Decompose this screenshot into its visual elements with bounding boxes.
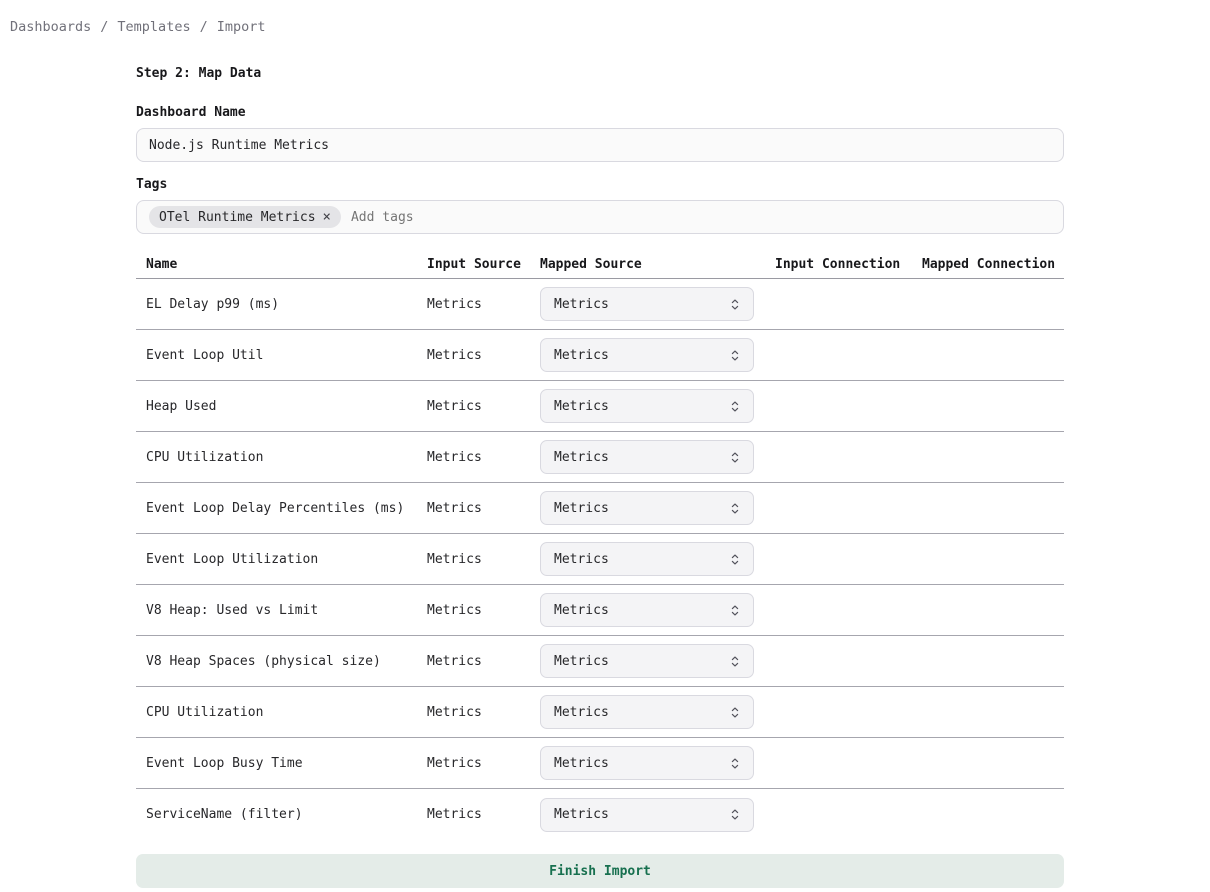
unfold-more-icon (729, 757, 741, 770)
table-header-row: Name Input Source Mapped Source Input Co… (136, 251, 1064, 279)
breadcrumb-separator: / (100, 19, 108, 36)
unfold-more-icon (729, 349, 741, 362)
table-row: V8 Heap: Used vs Limit Metrics Metrics (136, 585, 1064, 636)
table-row: Event Loop Busy Time Metrics Metrics (136, 738, 1064, 789)
mapped-source-select[interactable]: Metrics (540, 644, 754, 678)
mapped-source-select[interactable]: Metrics (540, 798, 754, 832)
column-header-input-connection: Input Connection (775, 257, 922, 272)
mapped-source-select[interactable]: Metrics (540, 695, 754, 729)
unfold-more-icon (729, 298, 741, 311)
table-row: CPU Utilization Metrics Metrics (136, 432, 1064, 483)
mapped-source-value: Metrics (554, 450, 609, 465)
import-wizard: Step 2: Map Data Dashboard Name Tags OTe… (136, 67, 1064, 888)
mapped-source-value: Metrics (554, 348, 609, 363)
table-row: V8 Heap Spaces (physical size) Metrics M… (136, 636, 1064, 687)
mapped-source-value: Metrics (554, 297, 609, 312)
unfold-more-icon (729, 553, 741, 566)
input-source-value: Metrics (427, 501, 540, 516)
input-source-value: Metrics (427, 348, 540, 363)
unfold-more-icon (729, 655, 741, 668)
unfold-more-icon (729, 451, 741, 464)
mapped-source-value: Metrics (554, 501, 609, 516)
panel-name: V8 Heap Spaces (physical size) (146, 654, 427, 669)
unfold-more-icon (729, 400, 741, 413)
column-header-name: Name (146, 257, 427, 272)
remove-tag-icon[interactable]: × (323, 210, 331, 224)
unfold-more-icon (729, 604, 741, 617)
unfold-more-icon (729, 706, 741, 719)
table-row: Event Loop Delay Percentiles (ms) Metric… (136, 483, 1064, 534)
mapped-source-select[interactable]: Metrics (540, 440, 754, 474)
tags-label: Tags (136, 178, 1064, 192)
table-row: Heap Used Metrics Metrics (136, 381, 1064, 432)
mapped-source-select[interactable]: Metrics (540, 287, 754, 321)
mapped-source-value: Metrics (554, 399, 609, 414)
panel-name: CPU Utilization (146, 450, 427, 465)
breadcrumb-separator: / (200, 19, 208, 36)
table-row: CPU Utilization Metrics Metrics (136, 687, 1064, 738)
mapped-source-value: Metrics (554, 705, 609, 720)
mapped-source-select[interactable]: Metrics (540, 338, 754, 372)
mapped-source-select[interactable]: Metrics (540, 542, 754, 576)
mapped-source-select[interactable]: Metrics (540, 389, 754, 423)
input-source-value: Metrics (427, 654, 540, 669)
input-source-value: Metrics (427, 399, 540, 414)
finish-import-button[interactable]: Finish Import (136, 854, 1064, 888)
table-row: EL Delay p99 (ms) Metrics Metrics (136, 279, 1064, 330)
input-source-value: Metrics (427, 807, 540, 822)
input-source-value: Metrics (427, 297, 540, 312)
column-header-mapped-connection: Mapped Connection (922, 257, 1064, 272)
mapped-source-select[interactable]: Metrics (540, 593, 754, 627)
panel-name: EL Delay p99 (ms) (146, 297, 427, 312)
table-row: ServiceName (filter) Metrics Metrics (136, 789, 1064, 840)
input-source-value: Metrics (427, 552, 540, 567)
table-row: Event Loop Util Metrics Metrics (136, 330, 1064, 381)
column-header-input-source: Input Source (427, 257, 540, 272)
mapped-source-value: Metrics (554, 552, 609, 567)
unfold-more-icon (729, 502, 741, 515)
step-title: Step 2: Map Data (136, 67, 1064, 81)
add-tags-input[interactable] (351, 210, 1055, 225)
column-header-mapped-source: Mapped Source (540, 257, 775, 272)
mapped-source-value: Metrics (554, 807, 609, 822)
input-source-value: Metrics (427, 756, 540, 771)
panel-name: Event Loop Util (146, 348, 427, 363)
input-source-value: Metrics (427, 705, 540, 720)
panel-name: V8 Heap: Used vs Limit (146, 603, 427, 618)
panel-name: ServiceName (filter) (146, 807, 427, 822)
panel-name: Event Loop Busy Time (146, 756, 427, 771)
tag-pill: OTel Runtime Metrics × (149, 206, 341, 228)
breadcrumb-item-dashboards[interactable]: Dashboards (10, 19, 91, 36)
table-body: EL Delay p99 (ms) Metrics Metrics Event … (136, 279, 1064, 840)
breadcrumb-item-templates[interactable]: Templates (117, 19, 190, 36)
input-source-value: Metrics (427, 603, 540, 618)
panel-name: CPU Utilization (146, 705, 427, 720)
input-source-value: Metrics (427, 450, 540, 465)
panel-name: Event Loop Delay Percentiles (ms) (146, 501, 427, 516)
tag-label: OTel Runtime Metrics (159, 210, 316, 225)
mapped-source-select[interactable]: Metrics (540, 491, 754, 525)
tags-input-box[interactable]: OTel Runtime Metrics × (136, 200, 1064, 234)
breadcrumb: Dashboards / Templates / Import (0, 0, 1210, 36)
dashboard-name-label: Dashboard Name (136, 106, 1064, 120)
mapping-table: Name Input Source Mapped Source Input Co… (136, 251, 1064, 840)
mapped-source-value: Metrics (554, 756, 609, 771)
panel-name: Event Loop Utilization (146, 552, 427, 567)
mapped-source-select[interactable]: Metrics (540, 746, 754, 780)
dashboard-name-input[interactable] (136, 128, 1064, 162)
mapped-source-value: Metrics (554, 654, 609, 669)
mapped-source-value: Metrics (554, 603, 609, 618)
unfold-more-icon (729, 808, 741, 821)
panel-name: Heap Used (146, 399, 427, 414)
table-row: Event Loop Utilization Metrics Metrics (136, 534, 1064, 585)
breadcrumb-item-import[interactable]: Import (217, 19, 266, 36)
